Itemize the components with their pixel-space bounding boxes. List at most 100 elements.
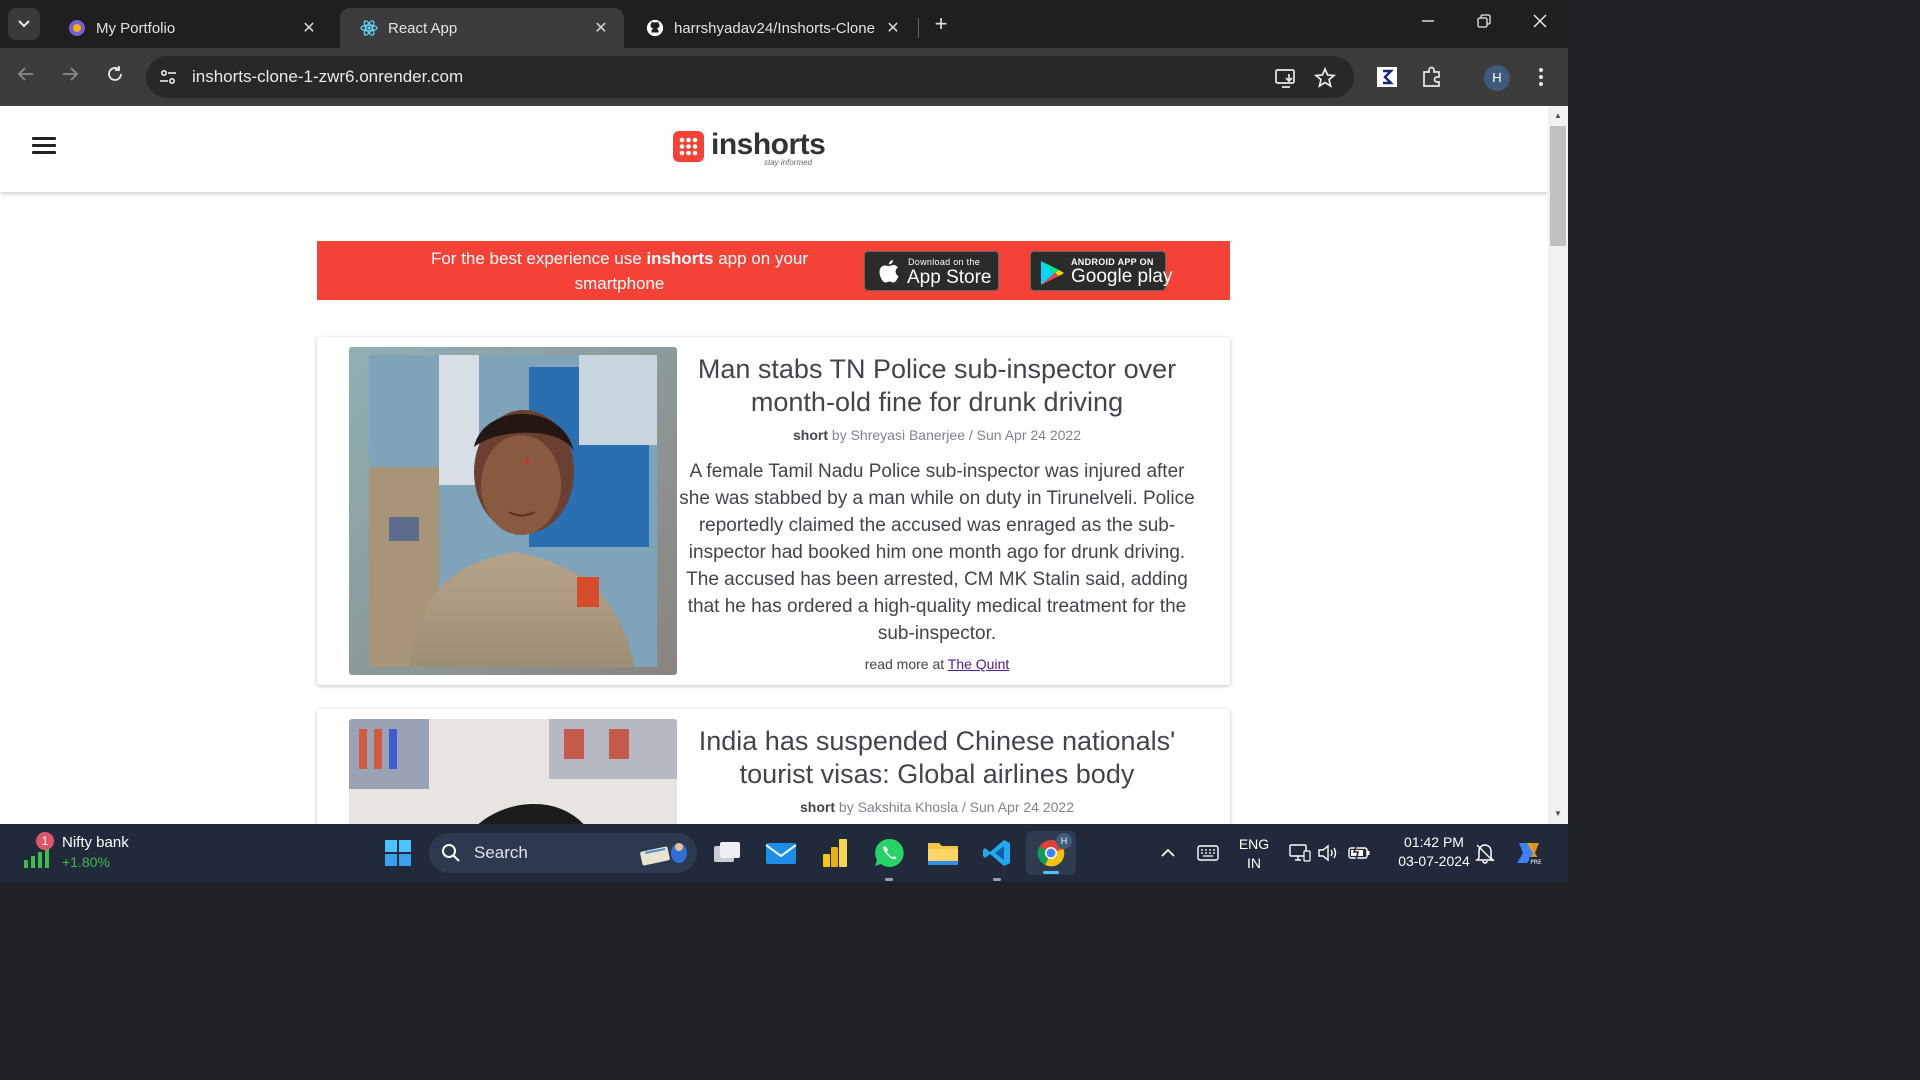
search-label: Search (474, 843, 528, 862)
article-meta: short by Shreyasi Banerjee / Sun Apr 24 … (793, 427, 1081, 443)
page-scrollbar[interactable]: ▲ ▼ (1548, 106, 1568, 824)
profile-avatar[interactable]: H (1484, 65, 1510, 91)
taskbar-search[interactable]: Search (429, 833, 697, 873)
arrow-left-icon (17, 67, 33, 81)
language-indicator[interactable]: ENG IN (1234, 835, 1274, 873)
power-bi-app[interactable] (816, 834, 854, 872)
forward-button[interactable] (54, 61, 86, 93)
widget-value: +1.80% (62, 854, 110, 870)
article-date: Sun Apr 24 2022 (969, 799, 1074, 815)
extension-icon[interactable] (1373, 63, 1401, 91)
install-app-icon[interactable] (1274, 66, 1298, 90)
touch-keyboard-button[interactable] (1190, 834, 1226, 872)
mail-app[interactable] (762, 834, 800, 872)
stock-widget[interactable]: 1 Nifty bank +1.80% (22, 832, 162, 874)
tab-divider (918, 18, 919, 38)
start-button[interactable] (379, 834, 417, 872)
whatsapp-app[interactable] (870, 834, 908, 881)
promo-text: For the best experience use inshorts app… (430, 249, 809, 293)
bookmark-star-icon[interactable] (1313, 66, 1337, 90)
vscode-icon (983, 840, 1010, 866)
article-author: Sakshita Khosla (857, 799, 958, 815)
tab-search-button[interactable] (8, 8, 40, 40)
volume-icon[interactable] (1314, 834, 1342, 872)
minimize-icon (1422, 20, 1434, 22)
article-image (349, 719, 677, 824)
tab-github[interactable]: harrshyadav24/Inshorts-Clone ✕ (626, 8, 916, 48)
power-bi-icon (823, 839, 847, 867)
apple-icon (879, 260, 899, 283)
short-label: short (800, 799, 836, 815)
close-icon[interactable]: ✕ (592, 18, 610, 38)
promo-brand: inshorts (646, 249, 714, 268)
task-view-icon (714, 842, 740, 862)
article-content: Man stabs TN Police sub-inspector over m… (677, 353, 1197, 672)
copilot-button[interactable]: PRE (1510, 834, 1548, 872)
copilot-icon: PRE (1517, 843, 1543, 866)
hamburger-menu-icon[interactable] (32, 137, 56, 157)
tab-title: React App (388, 19, 458, 37)
site-info-icon[interactable] (158, 67, 178, 87)
battery-icon[interactable] (1344, 834, 1374, 872)
restore-icon (1477, 14, 1491, 28)
google-play-button[interactable]: ANDROID APP ON Google play (1030, 251, 1172, 291)
chevron-down-icon (18, 20, 30, 28)
scrollbar-thumb[interactable] (1550, 126, 1566, 246)
notifications-button[interactable] (1470, 834, 1500, 872)
reload-button[interactable] (99, 61, 131, 93)
address-bar[interactable]: inshorts-clone-1-zwr6.onrender.com (146, 56, 1354, 98)
news-card: Man stabs TN Police sub-inspector over m… (317, 337, 1230, 685)
chart-bars-icon (24, 848, 49, 868)
tab-title: harrshyadav24/Inshorts-Clone (674, 19, 875, 37)
app-store-big-text: App Store (907, 267, 992, 288)
page-viewport: inshorts stay informed For the best expe… (0, 106, 1548, 824)
inshorts-logo[interactable]: inshorts stay informed (673, 128, 826, 167)
source-link[interactable]: The Quint (948, 656, 1009, 672)
article-author: Shreyasi Banerjee (850, 427, 965, 443)
file-explorer-app[interactable] (924, 834, 962, 872)
minimize-button[interactable] (1408, 10, 1448, 38)
menu-kebab-icon[interactable] (1527, 63, 1555, 91)
extensions-puzzle-icon[interactable] (1418, 63, 1446, 91)
folder-icon (928, 843, 958, 865)
whatsapp-icon (875, 838, 904, 867)
task-view-button[interactable] (708, 834, 746, 872)
new-tab-button[interactable]: + (928, 12, 954, 38)
close-icon[interactable]: ✕ (300, 18, 318, 38)
close-icon[interactable]: ✕ (884, 18, 902, 38)
close-window-button[interactable] (1520, 10, 1560, 38)
browser-toolbar: inshorts-clone-1-zwr6.onrender.com (0, 48, 1568, 135)
url-text: inshorts-clone-1-zwr6.onrender.com (192, 67, 464, 86)
mail-icon (765, 843, 797, 864)
chrome-app[interactable]: H (1026, 831, 1076, 875)
back-button[interactable] (10, 61, 42, 93)
article-meta: short by Sakshita Khosla / Sun Apr 24 20… (800, 799, 1074, 815)
logo-text: inshorts (711, 128, 826, 161)
notification-badge: 1 (36, 832, 54, 850)
app-store-button[interactable]: Download on the App Store (864, 251, 999, 291)
scroll-up-arrow-icon[interactable]: ▲ (1548, 108, 1568, 124)
windows-logo-icon (385, 840, 411, 866)
short-label: short (793, 427, 829, 443)
search-highlight-icon (640, 843, 687, 866)
restore-button[interactable] (1464, 10, 1504, 38)
bell-icon (1475, 844, 1495, 864)
reload-icon (108, 66, 122, 81)
show-hidden-icons-button[interactable] (1150, 834, 1186, 872)
chevron-up-icon (1161, 848, 1175, 857)
tab-my-portfolio[interactable]: My Portfolio ✕ (48, 8, 332, 48)
portfolio-favicon-icon (68, 19, 86, 37)
logo-tagline: stay informed (764, 158, 813, 167)
network-icon[interactable] (1286, 834, 1314, 872)
tab-react-app[interactable]: React App ✕ (340, 8, 624, 48)
windows-taskbar: 1 Nifty bank +1.80% Search H ENG IN 01:4… (0, 824, 1568, 882)
logo-mark-icon (673, 131, 704, 162)
tab-title: My Portfolio (96, 19, 176, 37)
scroll-down-arrow-icon[interactable]: ▼ (1548, 806, 1568, 822)
google-play-icon (1041, 261, 1064, 285)
article-title: Man stabs TN Police sub-inspector over m… (697, 354, 1177, 417)
vscode-app[interactable] (978, 834, 1016, 881)
running-indicator (885, 878, 893, 881)
read-more: read more at The Quint (864, 656, 1010, 672)
article-date: Sun Apr 24 2022 (976, 427, 1081, 443)
